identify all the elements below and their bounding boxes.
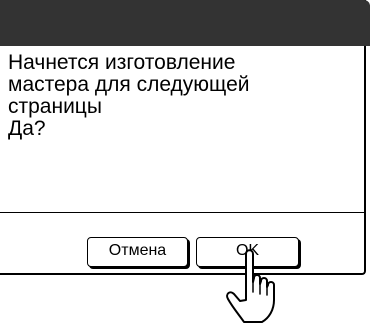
dialog-divider (0, 212, 364, 213)
dialog-message: Начнется изготовление мастера для следую… (8, 51, 250, 140)
dialog-title-bar (0, 0, 370, 46)
pointing-hand-icon (226, 249, 275, 323)
cancel-button[interactable]: Отмена (87, 237, 188, 267)
confirmation-dialog: Начнется изготовление мастера для следую… (0, 0, 370, 275)
